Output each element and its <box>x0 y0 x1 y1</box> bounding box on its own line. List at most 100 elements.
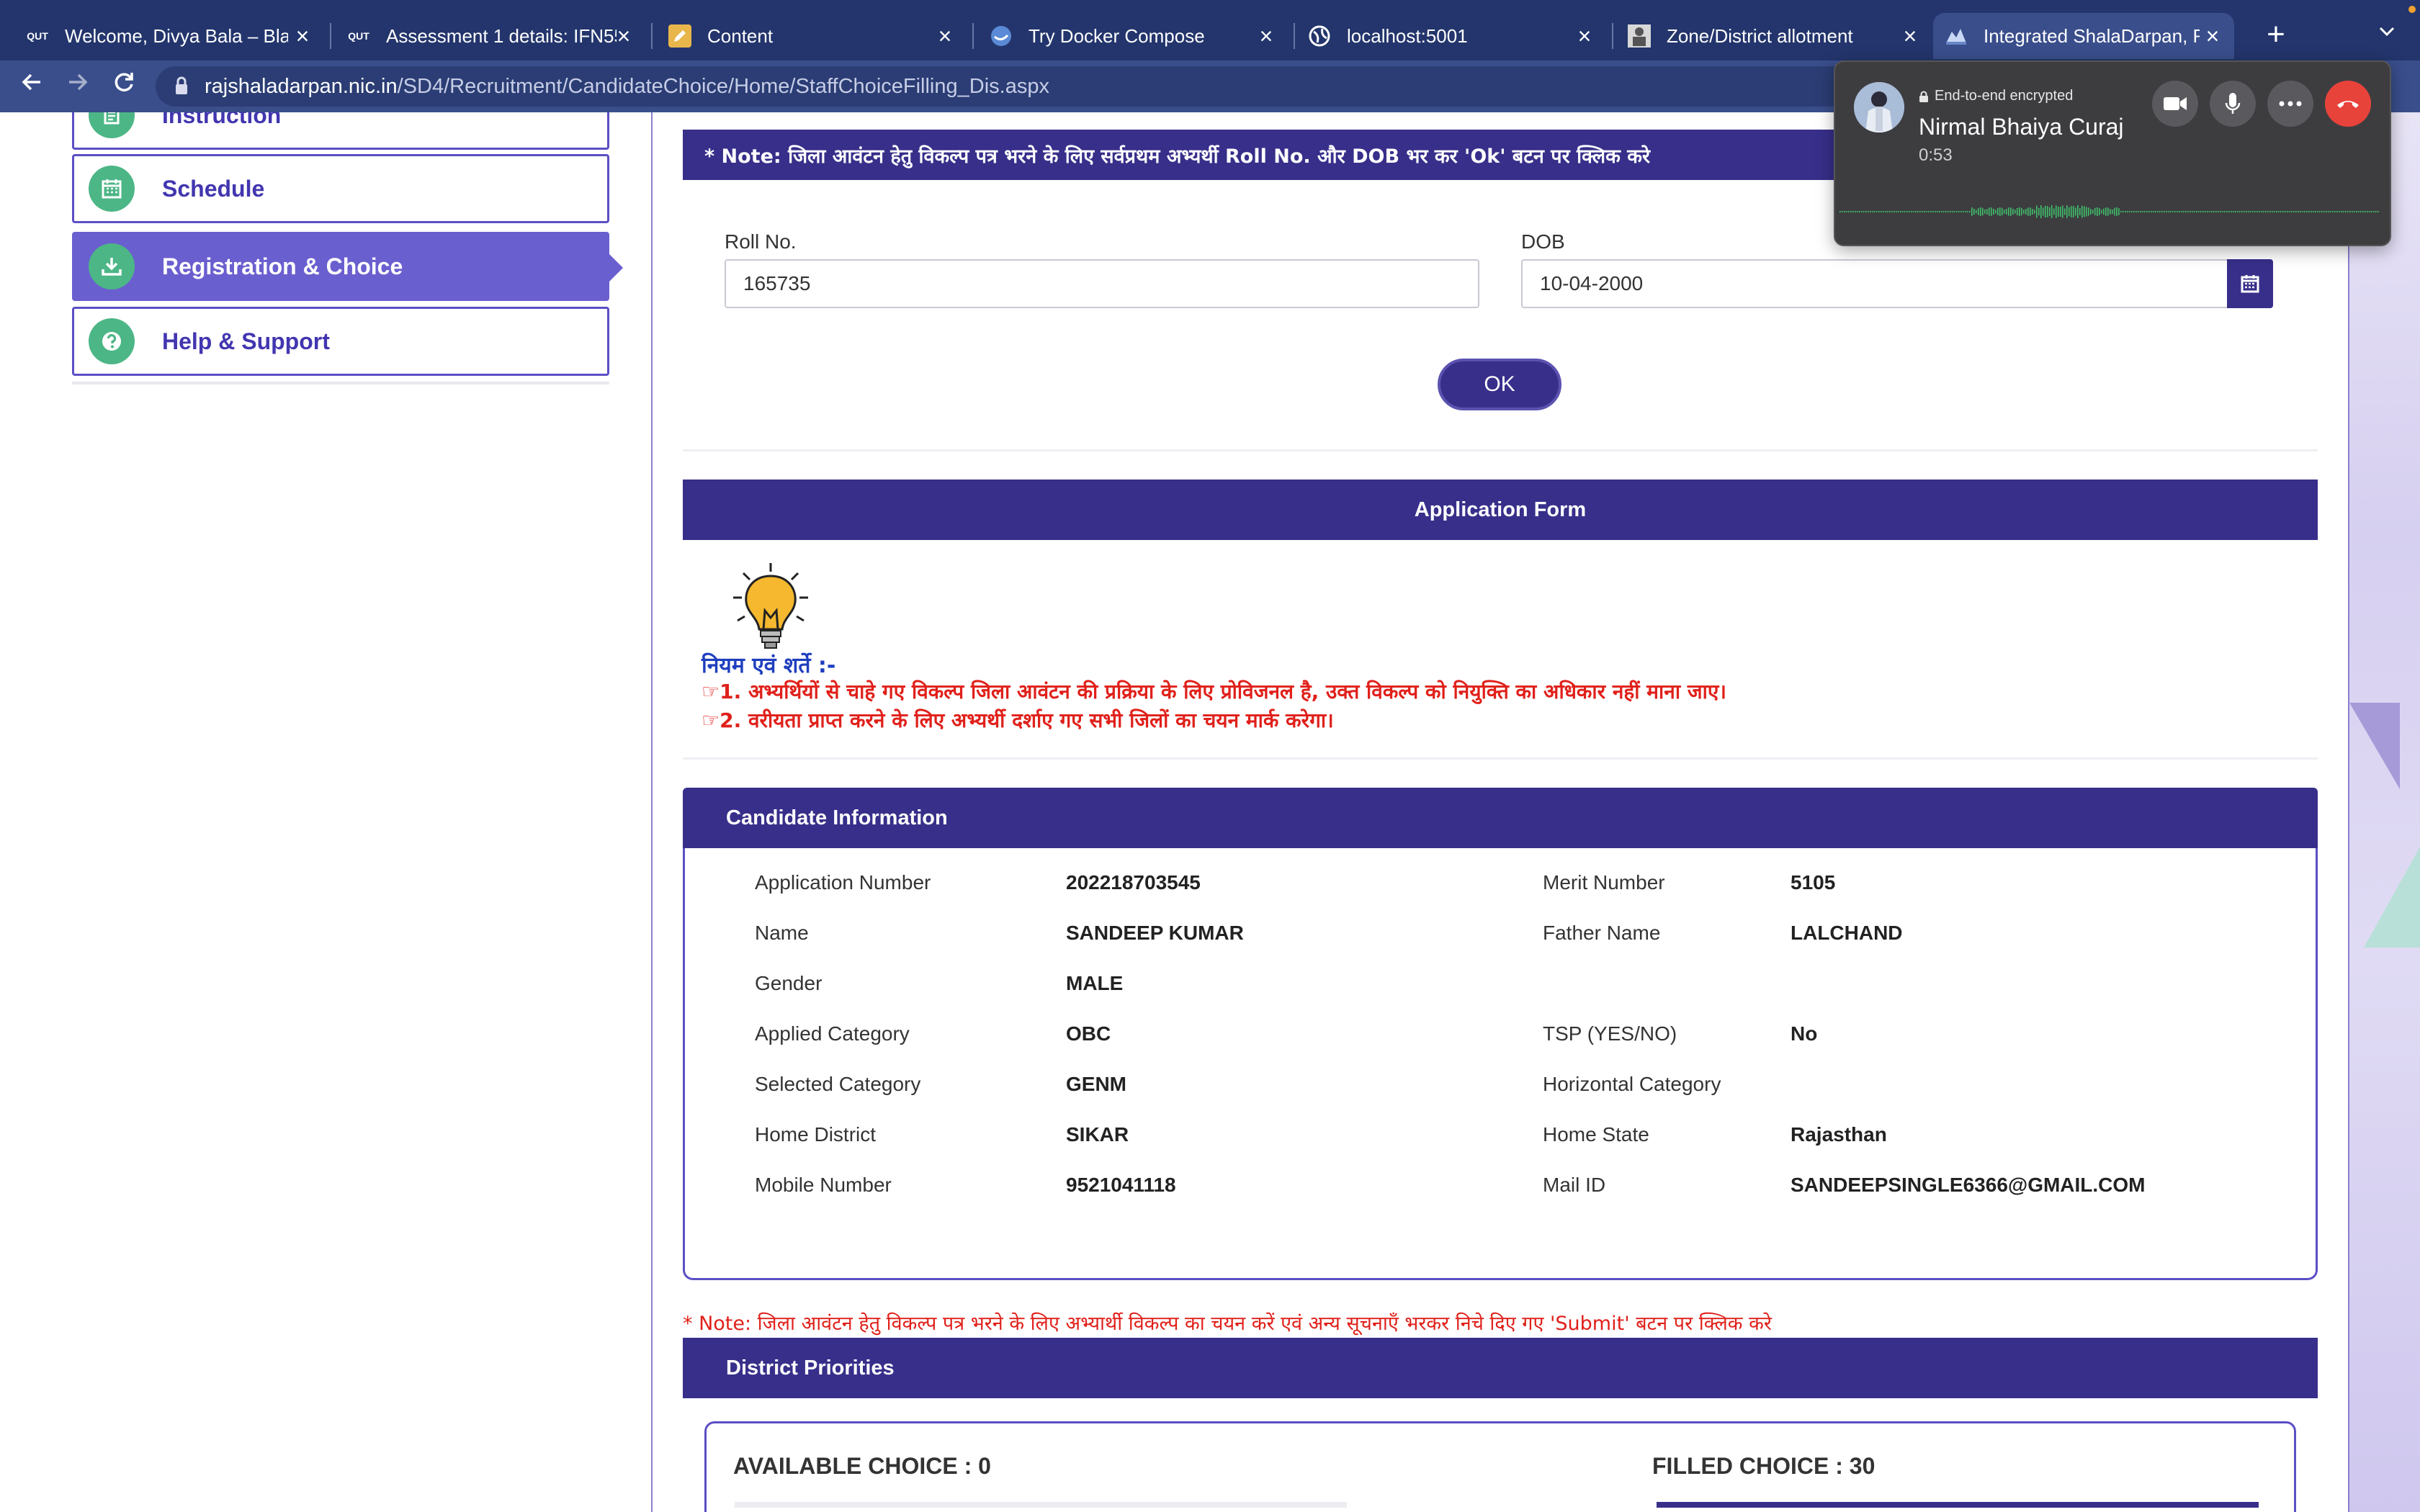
browser-tab[interactable]: Try Docker Compose × <box>978 13 1288 59</box>
info-label: Name <box>755 922 809 944</box>
waveform-bar <box>2129 211 2130 212</box>
waveform-bar <box>2116 207 2118 216</box>
waveform-bar <box>1978 208 1979 215</box>
new-tab-button[interactable]: + <box>2259 17 2293 52</box>
waveform-bar <box>2289 211 2290 212</box>
tab-separator <box>651 23 653 49</box>
roll-number-input[interactable]: 165735 <box>725 259 1479 308</box>
waveform-bar <box>2328 211 2329 212</box>
sidebar-item-instruction[interactable]: Instruction <box>72 112 609 150</box>
waveform-bar <box>2339 211 2340 212</box>
qut-logo-icon: QUT <box>348 30 369 42</box>
waveform-bar <box>2017 207 2018 216</box>
waveform-bar <box>1863 211 1865 212</box>
waveform-bar <box>1861 211 1863 212</box>
waveform-bar <box>1846 211 1847 212</box>
video-toggle-button[interactable] <box>2152 81 2198 127</box>
browser-tab[interactable]: Content × <box>657 13 967 59</box>
close-icon[interactable]: × <box>1572 23 1597 49</box>
waveform-bar <box>2123 211 2124 212</box>
waveform-bar <box>2298 211 2299 212</box>
waveform-bar <box>2267 211 2269 212</box>
url-host: rajshaladarpan.nic.in <box>205 75 398 98</box>
close-icon[interactable]: × <box>1897 23 1923 49</box>
waveform-bar <box>1850 211 1852 212</box>
info-value: LALCHAND <box>1791 922 1903 944</box>
waveform-bar <box>2187 211 2189 212</box>
waveform-bar <box>1887 211 1888 212</box>
waveform-bar <box>1939 211 1940 212</box>
video-call-widget[interactable]: End-to-end encrypted Nirmal Bhaiya Curaj… <box>1834 60 2391 246</box>
waveform-bar <box>2161 211 2163 212</box>
candidate-information-panel <box>683 848 2318 1280</box>
divider <box>683 757 2318 760</box>
waveform-bar <box>2254 211 2256 212</box>
info-value: OBC <box>1066 1022 1111 1045</box>
info-value: GENM <box>1066 1073 1126 1095</box>
browser-tab[interactable]: QUT Assessment 1 details: IFN55 × <box>336 13 645 59</box>
waveform-bar <box>2019 207 2020 216</box>
calendar-picker-button[interactable] <box>2227 259 2273 308</box>
close-icon[interactable]: × <box>1253 23 1279 49</box>
audio-waveform <box>1839 205 2379 218</box>
waveform-bar <box>2118 208 2120 215</box>
close-icon[interactable]: × <box>932 23 958 49</box>
waveform-bar <box>1848 211 1850 212</box>
globe-icon <box>1308 24 1331 48</box>
close-icon[interactable]: × <box>2200 23 2226 49</box>
browser-tab[interactable]: QUT Welcome, Divya Bala – Blac × <box>14 13 324 59</box>
sidebar-item-help-support[interactable]: Help & Support <box>72 307 609 376</box>
waveform-bar <box>2218 211 2219 212</box>
sidebar-item-schedule[interactable]: Schedule <box>72 154 609 223</box>
end-call-button[interactable] <box>2325 81 2371 127</box>
info-label: Mobile Number <box>755 1174 892 1196</box>
waveform-bar <box>2010 207 2012 216</box>
waveform-bar <box>2233 211 2234 212</box>
encryption-text: End-to-end encrypted <box>1935 88 2074 104</box>
waveform-bar <box>2371 211 2372 212</box>
waveform-bar <box>2349 211 2351 212</box>
terms-item: ☞2. वरीयता प्राप्त करने के लिए अभ्यर्थी … <box>702 708 1334 732</box>
waveform-bar <box>2120 211 2122 212</box>
reload-icon[interactable] <box>107 69 141 104</box>
dob-input[interactable]: 10-04-2000 <box>1521 259 2228 308</box>
waveform-bar <box>2365 211 2366 212</box>
mute-button[interactable] <box>2210 81 2256 127</box>
browser-tab[interactable]: Zone/District allotment × <box>1616 13 1932 59</box>
waveform-bar <box>2015 210 2016 214</box>
waveform-bar <box>1999 207 2001 216</box>
waveform-bar <box>2092 210 2094 214</box>
ok-button[interactable]: OK <box>1438 359 1561 410</box>
waveform-bar <box>1865 211 1867 212</box>
waveform-bar <box>2051 205 2053 218</box>
waveform-bar <box>2110 209 2111 215</box>
waveform-bar <box>2332 211 2334 212</box>
close-icon[interactable]: × <box>611 23 637 49</box>
waveform-bar <box>2069 207 2070 217</box>
back-arrow-icon[interactable] <box>14 69 49 104</box>
forward-arrow-icon[interactable] <box>60 69 95 104</box>
sidebar-item-registration-choice[interactable]: Registration & Choice <box>72 232 623 301</box>
waveform-bar <box>2209 211 2210 212</box>
waveform-bar <box>1976 210 1977 214</box>
waveform-bar <box>2248 211 2249 212</box>
waveform-bar <box>2086 207 2087 217</box>
waveform-bar <box>2261 211 2262 212</box>
more-options-button[interactable] <box>2267 81 2313 127</box>
waveform-bar <box>2358 211 2360 212</box>
waveform-bar <box>1928 211 1930 212</box>
close-icon[interactable]: × <box>290 23 315 49</box>
waveform-bar <box>2272 211 2273 212</box>
waveform-bar <box>1852 211 1854 212</box>
waveform-bar <box>1906 211 1908 212</box>
browser-tab[interactable]: localhost:5001 × <box>1296 13 1606 59</box>
waveform-bar <box>2237 211 2238 212</box>
encryption-status: End-to-end encrypted <box>1919 88 2073 104</box>
chevron-down-icon[interactable] <box>2370 17 2404 52</box>
address-bar[interactable]: rajshaladarpan.nic.in/SD4/Recruitment/Ca… <box>156 66 2028 107</box>
waveform-bar <box>1960 211 1962 212</box>
browser-tab-active[interactable]: Integrated ShalaDarpan, Ra × <box>1933 13 2234 59</box>
waveform-bar <box>2200 211 2202 212</box>
waveform-bar <box>2263 211 2264 212</box>
tab-separator <box>1612 23 1613 49</box>
